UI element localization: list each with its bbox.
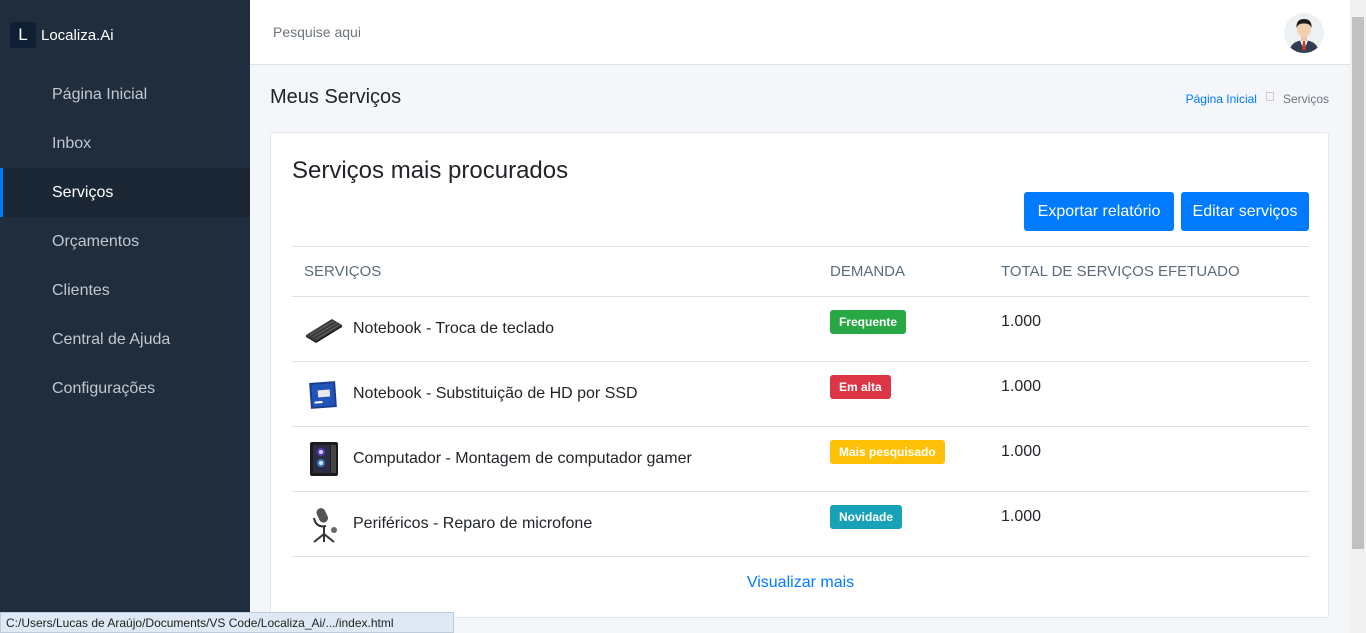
scrollbar-thumb[interactable] <box>1352 17 1364 549</box>
sidebar-item-central-de-ajuda[interactable]: Central de Ajuda <box>0 315 250 364</box>
sidebar: L Localiza.Ai Página Inicial Inbox Servi… <box>0 0 250 633</box>
status-badge: Frequente <box>830 310 907 334</box>
sidebar-item-pagina-inicial[interactable]: Página Inicial <box>0 70 250 119</box>
sidebar-item-inbox[interactable]: Inbox <box>0 119 250 168</box>
column-header-total[interactable]: TOTAL DE SERVIÇOS EFETUADO <box>989 246 1309 297</box>
table-row[interactable]: Notebook - Substituição de HD por SSD Em… <box>292 361 1309 427</box>
sidebar-item-clientes[interactable]: Clientes <box>0 266 250 315</box>
brand[interactable]: L Localiza.Ai <box>0 0 250 70</box>
table-row[interactable]: Computador - Montagem de computador game… <box>292 426 1309 492</box>
ssd-icon <box>304 374 344 414</box>
avatar[interactable] <box>1284 13 1324 53</box>
breadcrumb: Página Inicial Serviços <box>1186 91 1329 106</box>
service-name: Computador - Montagem de computador game… <box>353 450 692 467</box>
breadcrumb-home-link[interactable]: Página Inicial <box>1186 92 1257 106</box>
microphone-icon <box>304 504 344 544</box>
export-report-button[interactable]: Exportar relatório <box>1024 192 1174 231</box>
view-more-link[interactable]: Visualizar mais <box>271 574 1330 592</box>
services-table: SERVIÇOS DEMANDA TOTAL DE SERVIÇOS EFETU… <box>292 246 1309 557</box>
edit-services-button[interactable]: Editar serviços <box>1181 192 1309 231</box>
services-card: Serviços mais procurados Exportar relató… <box>270 132 1329 618</box>
column-header-demanda[interactable]: DEMANDA <box>818 246 989 297</box>
sidebar-item-orcamentos[interactable]: Orçamentos <box>0 217 250 266</box>
status-badge: Em alta <box>830 375 891 399</box>
page-scrollbar[interactable] <box>1350 0 1366 633</box>
status-badge: Novidade <box>830 505 903 529</box>
pc-case-icon <box>304 439 344 479</box>
service-name: Notebook - Substituição de HD por SSD <box>353 385 638 402</box>
breadcrumb-separator-icon <box>1265 91 1274 101</box>
total-value: 1.000 <box>989 361 1309 427</box>
sidebar-nav: Página Inicial Inbox Serviços Orçamentos… <box>0 70 250 413</box>
service-name: Periféricos - Reparo de microfone <box>353 515 593 532</box>
table-row[interactable]: Periféricos - Reparo de microfone Novida… <box>292 491 1309 557</box>
table-row[interactable]: Notebook - Troca de teclado Frequente 1.… <box>292 296 1309 362</box>
service-name: Notebook - Troca de teclado <box>353 320 555 337</box>
sidebar-item-configuracoes[interactable]: Configurações <box>0 364 250 413</box>
sidebar-item-servicos[interactable]: Serviços <box>0 168 250 217</box>
search-input[interactable] <box>264 18 564 46</box>
total-value: 1.000 <box>989 426 1309 492</box>
brand-name: Localiza.Ai <box>41 26 114 44</box>
brand-logo: L <box>10 22 36 48</box>
column-header-servicos[interactable]: SERVIÇOS <box>292 246 818 297</box>
keyboard-icon <box>304 309 344 349</box>
card-title: Serviços mais procurados <box>292 157 569 184</box>
breadcrumb-current: Serviços <box>1282 92 1329 106</box>
browser-status-url: C:/Users/Lucas de Araújo/Documents/VS Co… <box>0 612 454 633</box>
table-header-row: SERVIÇOS DEMANDA TOTAL DE SERVIÇOS EFETU… <box>292 246 1309 297</box>
total-value: 1.000 <box>989 296 1309 362</box>
page-title: Meus Serviços <box>270 86 402 108</box>
total-value: 1.000 <box>989 491 1309 557</box>
status-badge: Mais pesquisado <box>830 440 945 464</box>
topbar <box>250 0 1350 65</box>
